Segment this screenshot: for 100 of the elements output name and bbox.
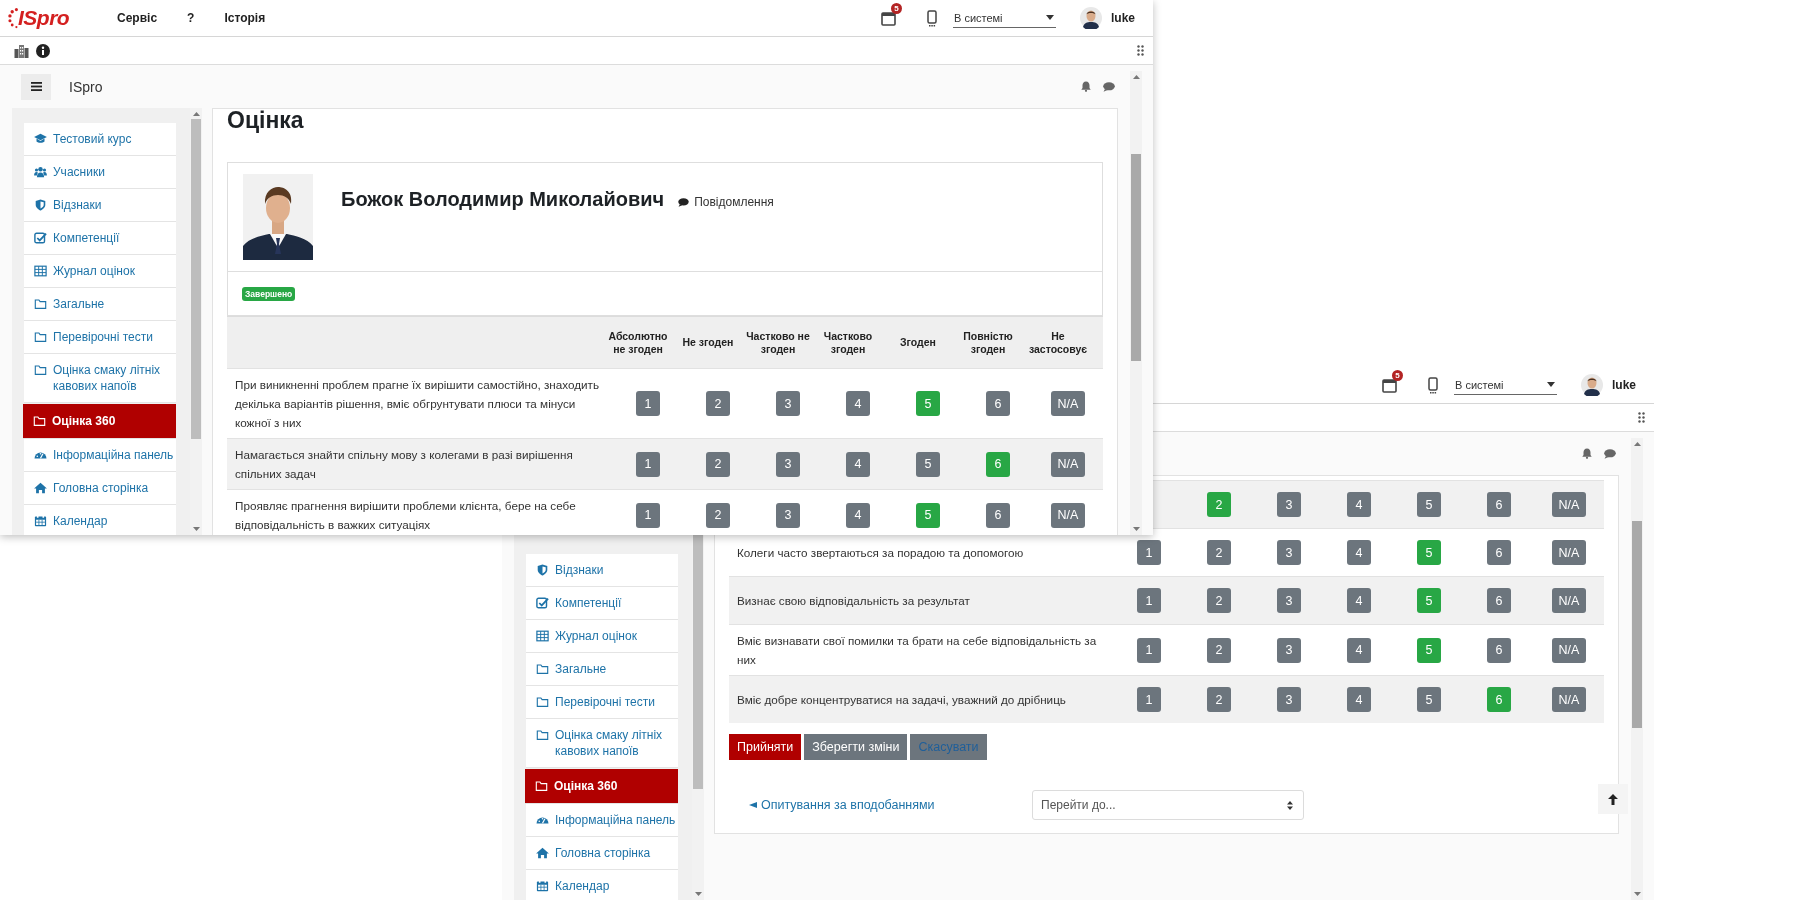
form-button[interactable]: Зберегти зміни [804, 734, 908, 760]
menu-button[interactable] [21, 73, 51, 100]
rating-button[interactable]: 3 [1277, 540, 1301, 565]
rating-button[interactable]: 3 [776, 391, 800, 416]
sidebar-item[interactable]: Оцінка смаку літніх кавових напоїв [24, 354, 176, 403]
rating-button[interactable]: 4 [1347, 588, 1371, 613]
scroll-down-icon[interactable] [694, 892, 702, 896]
scrollbar-thumb[interactable] [191, 119, 201, 439]
sidebar-item[interactable]: Учасники [24, 156, 176, 189]
apps-grid-icon[interactable] [1137, 45, 1144, 56]
rating-button[interactable]: 6 [1487, 637, 1511, 663]
user-avatar[interactable] [1581, 374, 1603, 396]
sidebar-item[interactable]: Головна сторінка [526, 837, 678, 870]
rating-button[interactable]: 2 [706, 391, 730, 416]
rating-button[interactable]: 5 [1417, 588, 1441, 613]
message-link[interactable]: Повідомлення [678, 195, 774, 209]
rating-button[interactable]: 1 [1137, 687, 1161, 712]
phone-icon[interactable] [1428, 376, 1438, 394]
sidebar-item[interactable]: Відзнаки [526, 554, 678, 587]
rating-button[interactable]: 4 [1347, 637, 1371, 663]
rating-button[interactable]: 1 [1137, 540, 1161, 565]
phone-icon[interactable] [927, 9, 937, 27]
rating-button[interactable]: 4 [1347, 687, 1371, 712]
rating-button[interactable]: N/A [1551, 588, 1587, 613]
rating-button[interactable]: 4 [846, 391, 870, 416]
rating-button[interactable]: 4 [846, 502, 870, 528]
sidebar-item[interactable]: Загальне [24, 288, 176, 321]
scroll-down-icon[interactable] [192, 527, 200, 531]
rating-button[interactable]: 3 [1277, 588, 1301, 613]
scroll-up-icon[interactable] [1633, 442, 1641, 446]
rating-button[interactable]: 6 [1487, 588, 1511, 613]
sidebar-item[interactable]: Журнал оцінок [24, 255, 176, 288]
rating-button[interactable]: 5 [1417, 540, 1441, 565]
rating-button[interactable]: 2 [1207, 588, 1231, 613]
chat-icon[interactable] [1604, 448, 1616, 459]
status-select[interactable]: В системі [953, 8, 1056, 28]
rating-button[interactable]: 5 [1417, 637, 1441, 663]
sidebar-item[interactable]: Перевірочні тести [24, 321, 176, 354]
rating-button[interactable]: 5 [1417, 492, 1441, 517]
sidebar-item[interactable]: Компетенції [24, 222, 176, 255]
jump-select[interactable]: Перейти до... [1032, 790, 1304, 820]
scrollbar-thumb[interactable] [1131, 154, 1141, 361]
scroll-up-icon[interactable] [1132, 75, 1140, 79]
chat-icon[interactable] [1103, 81, 1115, 92]
scrollbar[interactable] [1631, 438, 1643, 900]
sidebar-item[interactable]: Відзнаки [24, 189, 176, 222]
user-name[interactable]: luke [1612, 378, 1636, 392]
rating-button[interactable]: 6 [1487, 492, 1511, 517]
rating-button[interactable]: N/A [1551, 637, 1587, 663]
back-to-top-button[interactable] [1598, 784, 1628, 814]
rating-button[interactable]: 3 [1277, 492, 1301, 517]
rating-button[interactable]: 5 [916, 391, 940, 416]
rating-button[interactable]: 5 [916, 502, 940, 528]
rating-button[interactable]: 2 [1207, 492, 1231, 517]
sidebar-item[interactable]: Оцінка 360 [23, 404, 176, 439]
rating-button[interactable]: N/A [1050, 502, 1086, 528]
rating-button[interactable]: 2 [1207, 637, 1231, 663]
bell-icon[interactable] [1081, 81, 1091, 92]
rating-button[interactable]: 1 [636, 451, 660, 477]
rating-button[interactable]: 6 [1487, 540, 1511, 565]
rating-button[interactable]: N/A [1551, 492, 1587, 517]
rating-button[interactable]: 3 [1277, 637, 1301, 663]
sidebar-item[interactable]: Компетенції [526, 587, 678, 620]
sidebar-item[interactable]: Перевірочні тести [526, 686, 678, 719]
apps-grid-icon[interactable] [1638, 412, 1645, 423]
rating-button[interactable]: 1 [1137, 637, 1161, 663]
rating-button[interactable]: N/A [1050, 391, 1086, 416]
rating-button[interactable]: 2 [706, 502, 730, 528]
scroll-down-icon[interactable] [1633, 892, 1641, 896]
site-name[interactable]: ISpro [69, 78, 103, 95]
menu-item[interactable]: ? [187, 11, 195, 25]
rating-button[interactable]: 2 [1207, 540, 1231, 565]
sidebar-item[interactable]: Загальне [526, 653, 678, 686]
calendar-icon[interactable] [1382, 377, 1397, 393]
rating-button[interactable]: 1 [1137, 588, 1161, 613]
menu-item[interactable]: Сервіс [117, 11, 158, 25]
scroll-up-icon[interactable] [192, 112, 200, 116]
rating-button[interactable]: N/A [1551, 540, 1587, 565]
info-icon[interactable] [36, 43, 50, 58]
rating-button[interactable]: 3 [776, 502, 800, 528]
building-icon[interactable] [14, 43, 29, 58]
scrollbar-thumb[interactable] [693, 535, 703, 789]
user-name[interactable]: luke [1111, 11, 1135, 25]
rating-button[interactable]: 4 [1347, 540, 1371, 565]
form-button[interactable]: Прийняти [729, 734, 802, 760]
sidebar-item[interactable]: Календар [24, 505, 176, 535]
status-select[interactable]: В системі [1454, 375, 1557, 395]
rating-button[interactable]: 6 [986, 502, 1010, 528]
sidebar-item[interactable]: Тестовий курс [24, 123, 176, 156]
scrollbar-thumb[interactable] [1632, 521, 1642, 728]
user-avatar[interactable] [1080, 7, 1102, 29]
rating-button[interactable]: 3 [776, 451, 800, 477]
rating-button[interactable]: 3 [1277, 687, 1301, 712]
sidebar-item[interactable]: Журнал оцінок [526, 620, 678, 653]
sidebar-item[interactable]: Оцінка 360 [525, 769, 678, 804]
sidebar-item[interactable]: Інформаційна панель [24, 439, 176, 472]
rating-button[interactable]: 5 [916, 451, 940, 477]
sidebar-item[interactable]: Оцінка смаку літніх кавових напоїв [526, 719, 678, 768]
scrollbar[interactable] [1130, 71, 1142, 535]
rating-button[interactable]: N/A [1551, 687, 1587, 712]
